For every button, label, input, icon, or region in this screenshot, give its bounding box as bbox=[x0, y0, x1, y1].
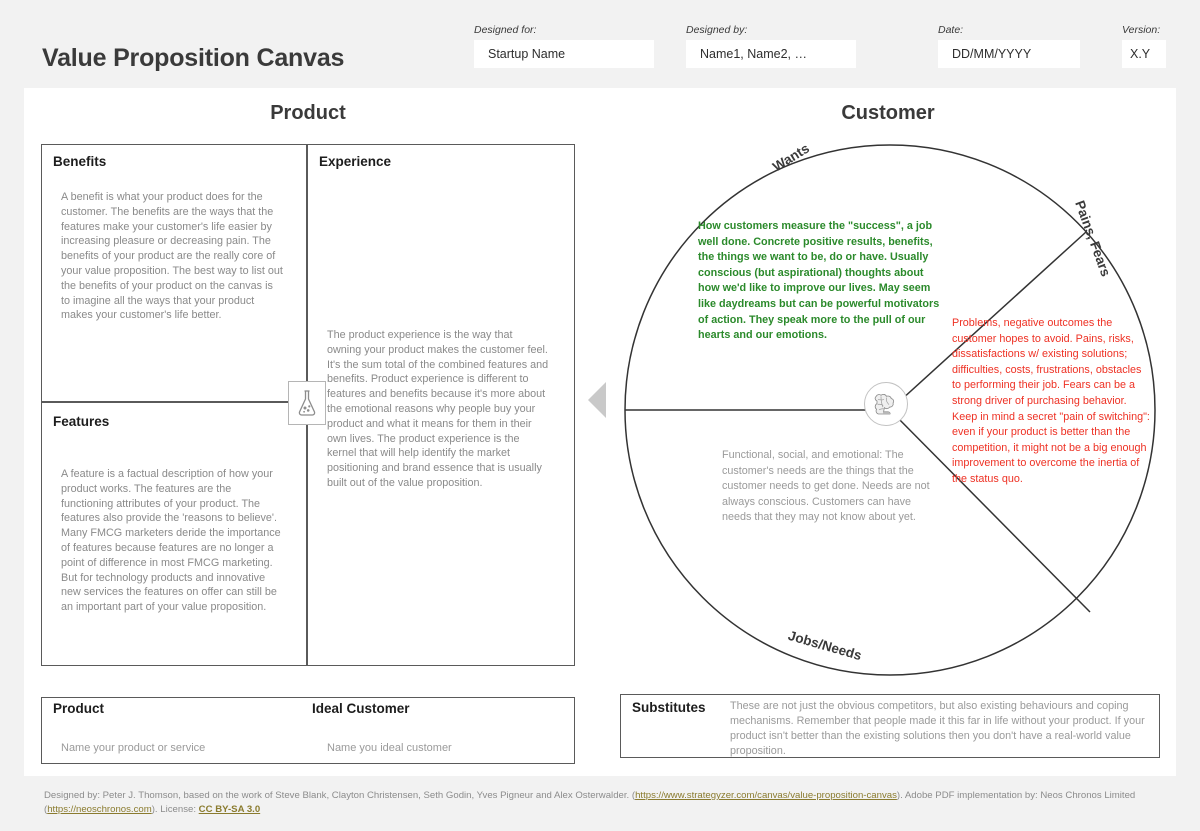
designed-for-input[interactable]: Startup Name bbox=[474, 40, 654, 68]
features-body: A feature is a factual description of ho… bbox=[61, 468, 281, 614]
designed-for-label: Designed for: bbox=[474, 24, 537, 36]
designed-for-field: Designed for: Startup Name bbox=[474, 24, 654, 68]
column-title-product: Product bbox=[270, 102, 346, 124]
footer-text-part1: Designed by: Peter J. Thomson, based on … bbox=[44, 790, 636, 801]
arrow-left-icon bbox=[588, 382, 606, 418]
version-field: Version: X.Y bbox=[1122, 24, 1166, 68]
features-title: Features bbox=[53, 414, 110, 429]
bottom-ideal-customer-title: Ideal Customer bbox=[312, 701, 410, 716]
version-input[interactable]: X.Y bbox=[1122, 40, 1166, 68]
wants-body: How customers measure the "success", a j… bbox=[698, 220, 940, 342]
bottom-ideal-customer-placeholder[interactable]: Name you ideal customer bbox=[327, 742, 452, 754]
substitutes-body: These are not just the obvious competito… bbox=[730, 700, 1145, 757]
date-label: Date: bbox=[938, 24, 964, 36]
page-title: Value Proposition Canvas bbox=[42, 44, 345, 72]
designed-by-input[interactable]: Name1, Name2, … bbox=[686, 40, 856, 68]
pains-body: Problems, negative outcomes the customer… bbox=[952, 317, 1150, 485]
neoschronos-link[interactable]: https://neoschronos.com bbox=[47, 804, 152, 815]
experience-body: The product experience is the way that o… bbox=[327, 329, 549, 489]
bottom-product-title: Product bbox=[53, 701, 105, 716]
benefits-body: A benefit is what your product does for … bbox=[61, 191, 283, 322]
experience-title: Experience bbox=[319, 154, 392, 169]
designed-by-field: Designed by: Name1, Name2, … bbox=[686, 24, 856, 68]
license-link[interactable]: CC BY-SA 3.0 bbox=[199, 804, 261, 815]
footer: Designed by: Peter J. Thomson, based on … bbox=[44, 789, 1164, 816]
bottom-product-placeholder[interactable]: Name your product or service bbox=[61, 742, 205, 754]
date-input[interactable]: DD/MM/YYYY bbox=[938, 40, 1080, 68]
version-label: Version: bbox=[1122, 24, 1161, 36]
brain-icon bbox=[864, 382, 908, 426]
substitutes-title: Substitutes bbox=[632, 700, 706, 715]
value-proposition-canvas-page: Value Proposition Canvas Designed for: S… bbox=[0, 0, 1200, 831]
footer-text-part3: ). License: bbox=[151, 803, 199, 815]
benefits-title: Benefits bbox=[53, 154, 107, 169]
designed-by-label: Designed by: bbox=[686, 24, 748, 36]
date-field: Date: DD/MM/YYYY bbox=[938, 24, 1080, 68]
jobs-needs-body: Functional, social, and emotional: The c… bbox=[722, 449, 930, 524]
page-header: Value Proposition Canvas Designed for: S… bbox=[0, 0, 1200, 88]
strategyzer-link[interactable]: https://www.strategyzer.com/canvas/value… bbox=[635, 790, 897, 801]
column-title-customer: Customer bbox=[841, 102, 935, 124]
flask-icon bbox=[288, 381, 326, 425]
